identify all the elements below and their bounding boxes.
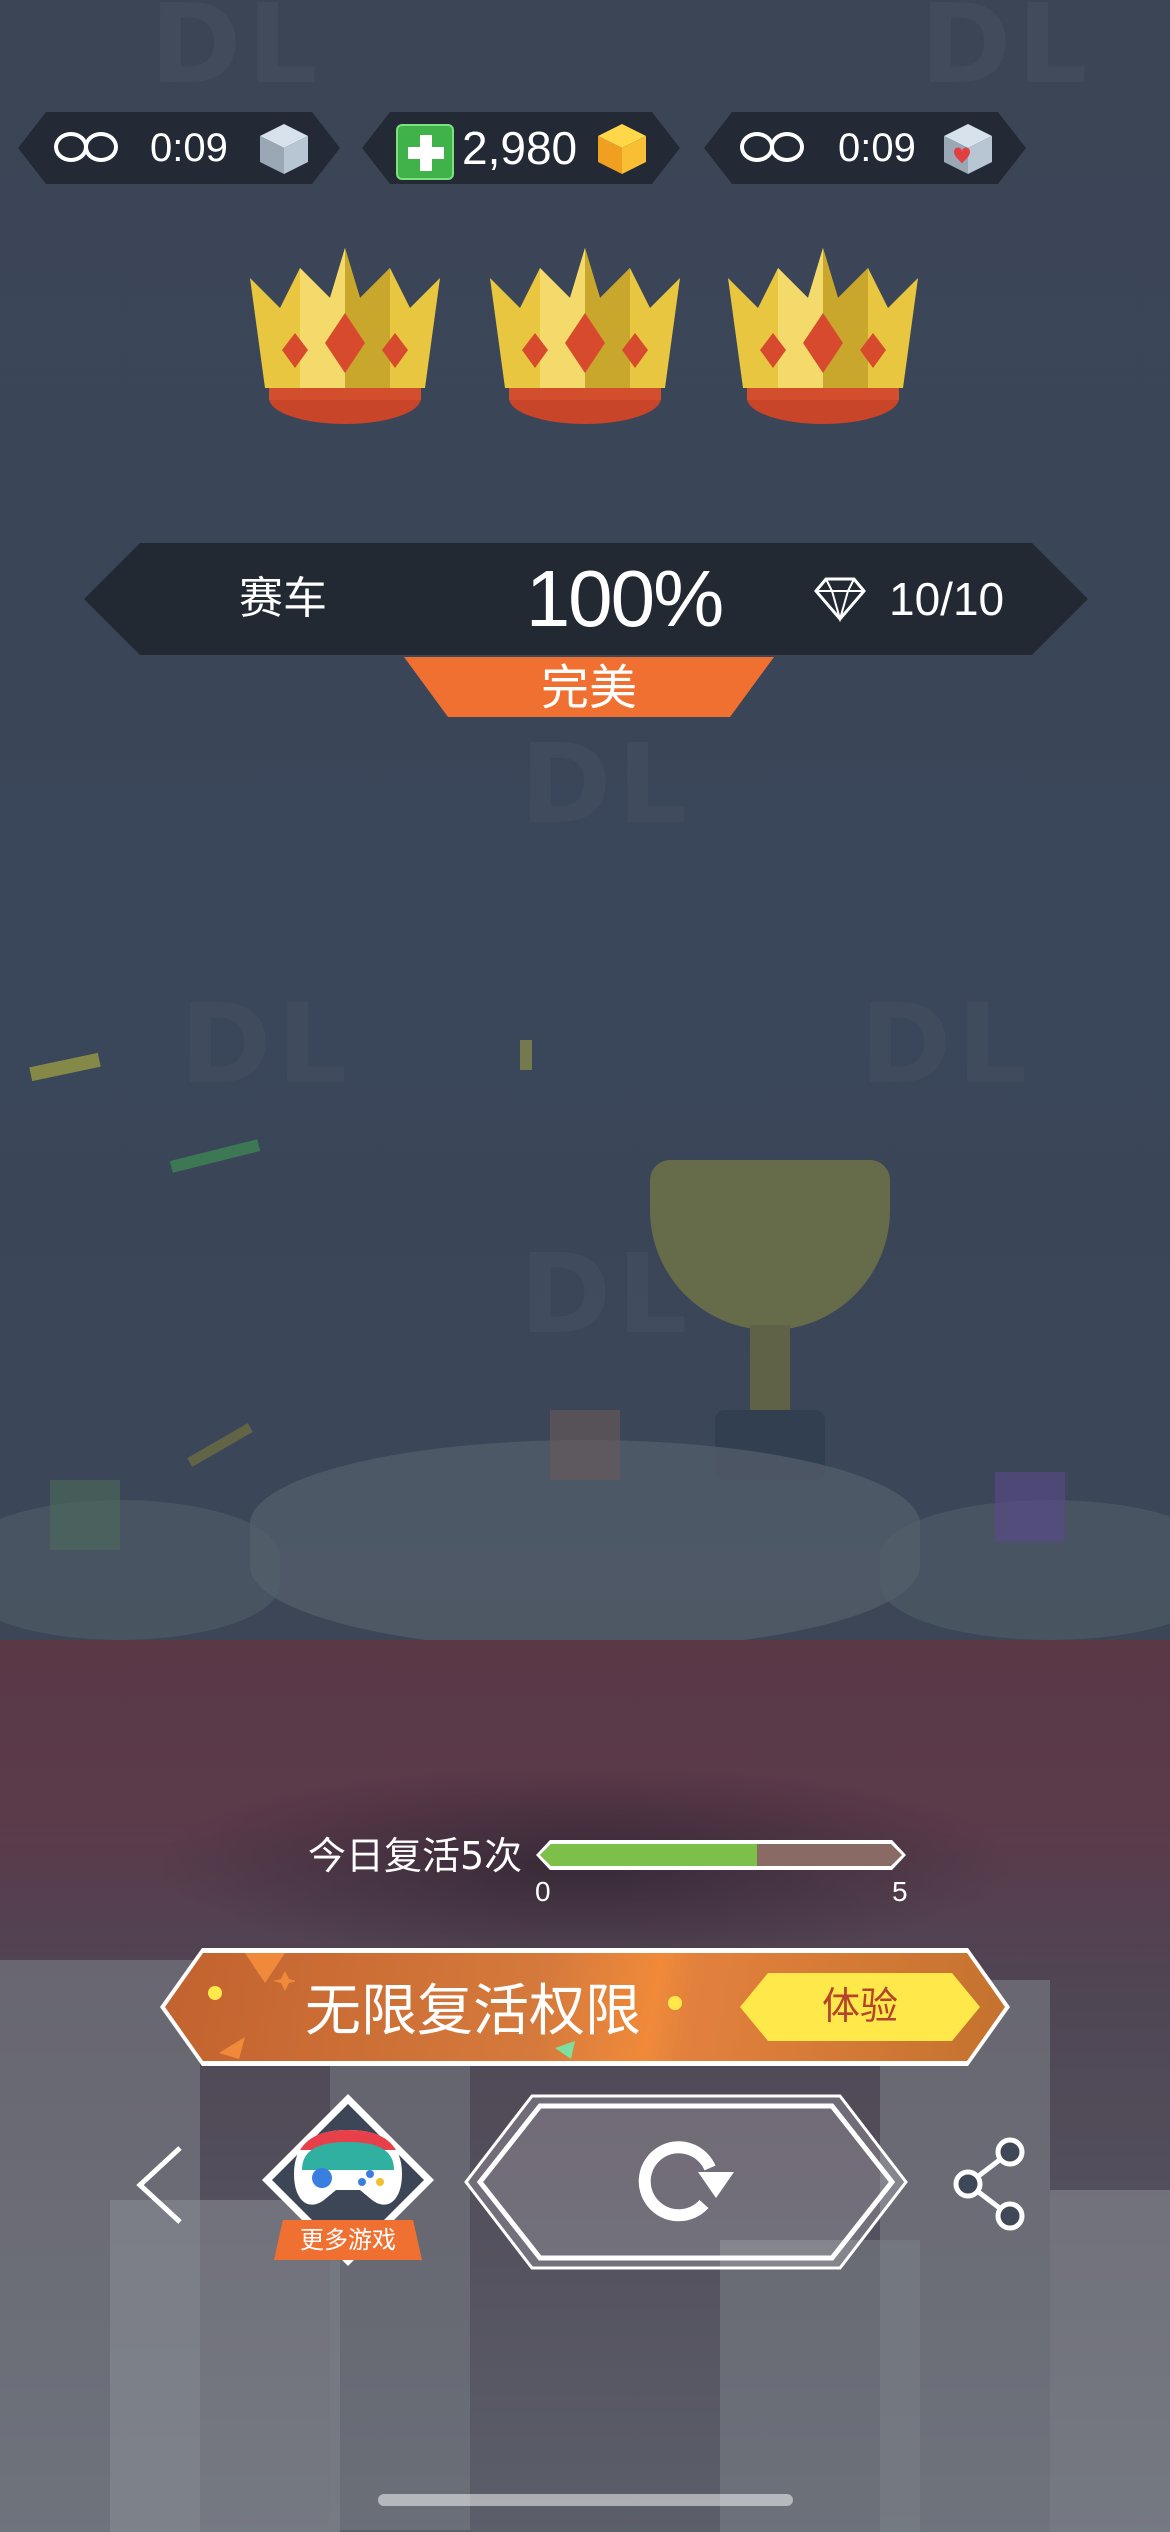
confetti bbox=[187, 1423, 253, 1467]
gem-count: 10/10 bbox=[889, 573, 1005, 625]
banner-title: 无限复活权限 bbox=[305, 1979, 641, 2044]
confetti bbox=[520, 1040, 532, 1070]
progress-max-label: 5 bbox=[892, 1876, 908, 1907]
crown-icon bbox=[490, 248, 680, 424]
background-watermark: DL bbox=[520, 720, 693, 848]
background-watermark: DL bbox=[180, 980, 353, 1108]
more-games-label: 更多游戏 bbox=[274, 2220, 422, 2260]
revive-progress-bar bbox=[536, 1840, 906, 1870]
timer-text: 0:09 bbox=[150, 126, 228, 170]
pedestal bbox=[0, 1500, 280, 1640]
confetti bbox=[29, 1052, 101, 1082]
life-timer-left[interactable]: 0:09 bbox=[18, 112, 340, 184]
cube-decoration bbox=[50, 1480, 120, 1550]
share-icon[interactable] bbox=[950, 2136, 1030, 2232]
confetti bbox=[169, 1139, 261, 1173]
result-panel: 赛车 100% 10/10 bbox=[84, 543, 1088, 655]
try-button[interactable]: 体验 bbox=[740, 1973, 980, 2041]
revive-count-label: 今日复活5次 bbox=[308, 1834, 523, 1878]
background-watermark: DL bbox=[860, 980, 1033, 1108]
revive-progress-fill bbox=[540, 1844, 757, 1866]
plus-icon[interactable] bbox=[396, 124, 454, 180]
crown-icon bbox=[728, 248, 918, 424]
gold-cube-icon bbox=[594, 120, 650, 176]
background-watermark: DL bbox=[920, 0, 1093, 108]
infinity-icon bbox=[770, 132, 804, 162]
progress-min-label: 0 bbox=[535, 1876, 551, 1907]
infinity-icon bbox=[740, 132, 774, 162]
more-games-button[interactable]: 更多游戏 bbox=[258, 2090, 438, 2270]
crown-icon bbox=[250, 248, 440, 424]
coin-value: 2,980 bbox=[462, 122, 578, 174]
back-arrow-icon[interactable] bbox=[130, 2140, 200, 2230]
refresh-icon bbox=[638, 2141, 734, 2222]
completion-percent: 100% bbox=[525, 554, 723, 643]
home-indicator[interactable] bbox=[378, 2494, 793, 2506]
coin-counter[interactable]: 2,980 bbox=[362, 112, 680, 184]
infinity-icon bbox=[54, 132, 88, 162]
replay-button[interactable] bbox=[462, 2092, 910, 2272]
background-watermark: DL bbox=[150, 0, 323, 108]
timer-text: 0:09 bbox=[838, 126, 916, 170]
sparkle-decoration bbox=[195, 1953, 295, 2071]
infinity-icon bbox=[84, 132, 118, 162]
rating-badge: 完美 bbox=[404, 657, 774, 717]
diamond-icon bbox=[814, 576, 866, 622]
cube-decoration bbox=[550, 1410, 620, 1480]
gray-cube-icon bbox=[256, 120, 312, 176]
life-timer-right[interactable]: 0:09 bbox=[704, 112, 1026, 184]
level-name: 赛车 bbox=[239, 573, 327, 624]
cube-decoration bbox=[995, 1472, 1065, 1542]
heart-cube-icon bbox=[940, 120, 996, 176]
unlimited-revive-banner[interactable]: 无限复活权限 体验 bbox=[160, 1948, 1010, 2066]
